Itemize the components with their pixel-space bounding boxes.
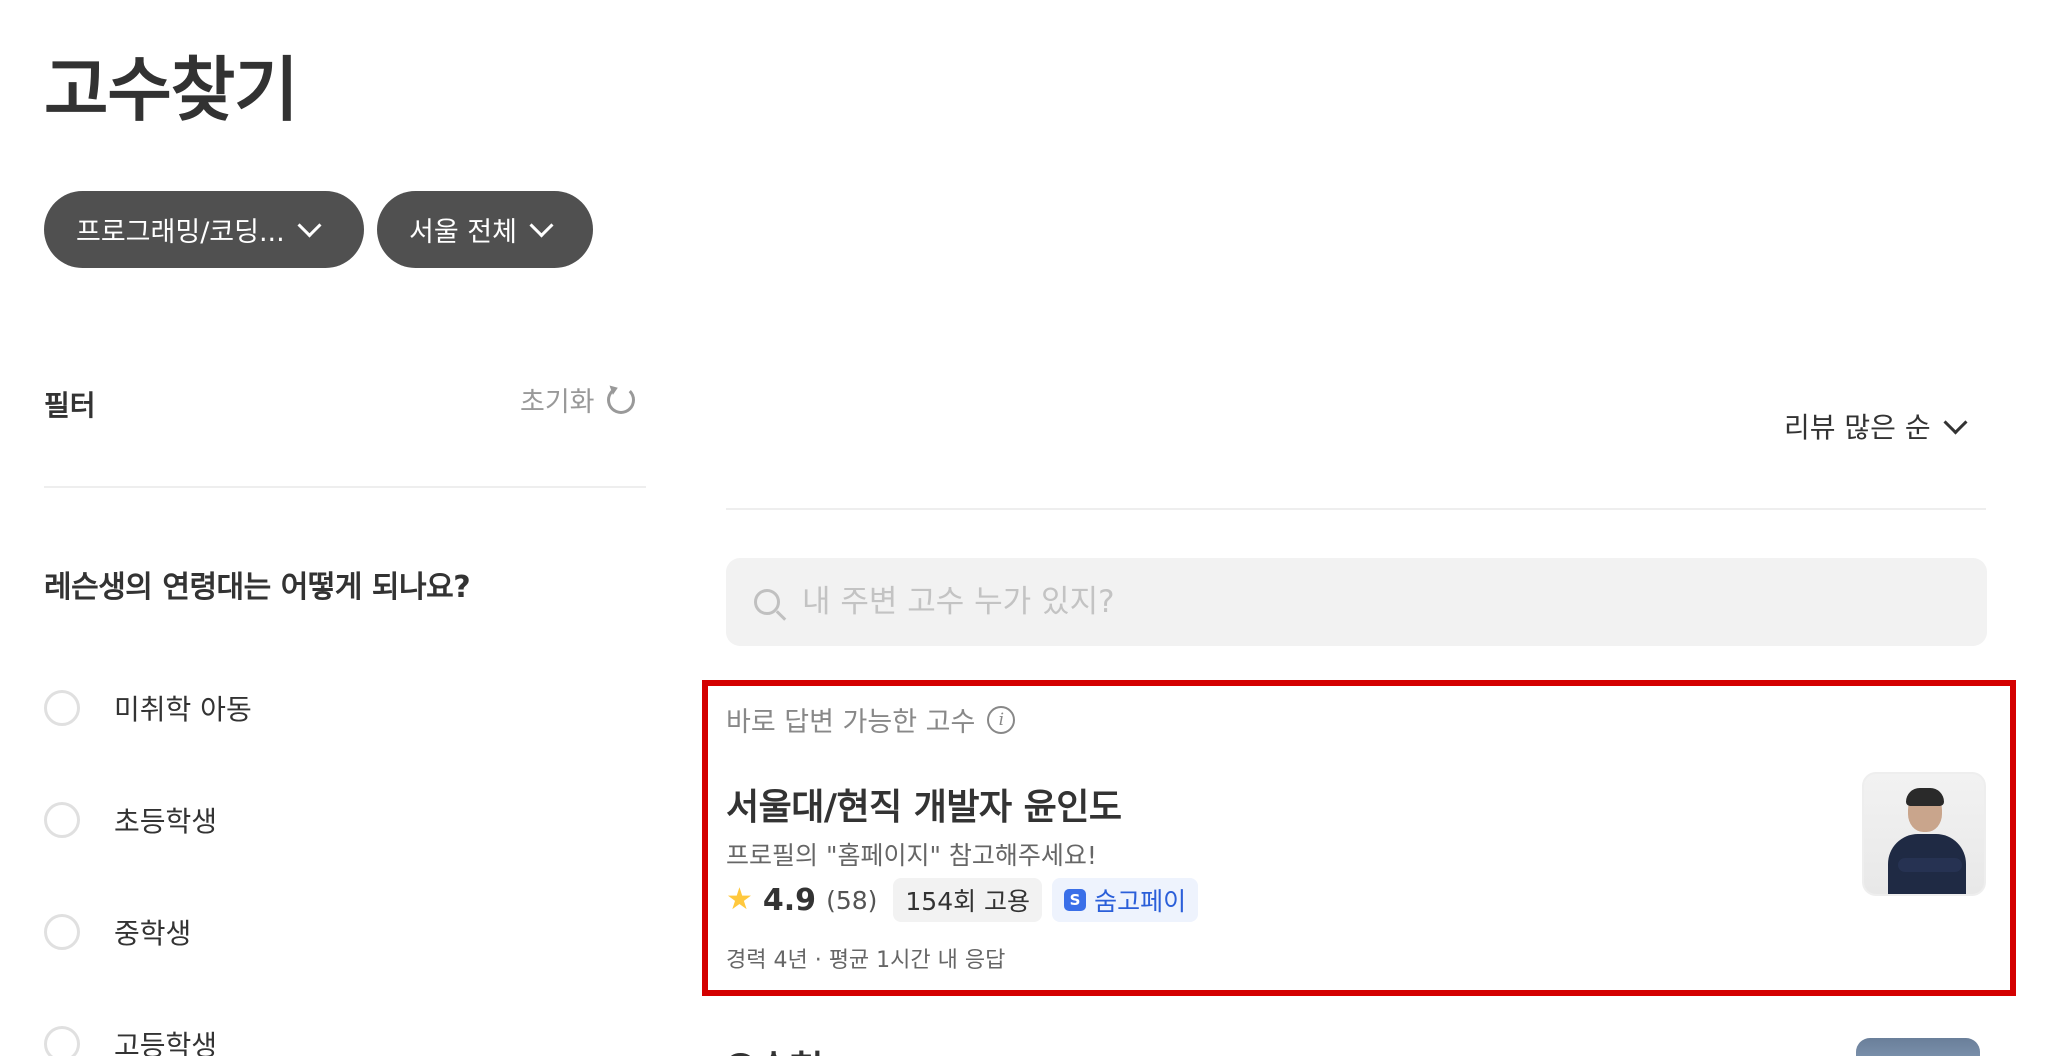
chevron-down-icon — [1943, 409, 1968, 435]
reset-label: 초기화 — [520, 387, 595, 418]
radio-label: 미취학 아동 — [114, 693, 252, 726]
chevron-down-icon — [297, 213, 322, 238]
pro-name[interactable]: 서울대/현직 개발자 윤인도 — [726, 778, 1122, 830]
search-bar[interactable] — [726, 558, 1987, 646]
star-icon: ★ — [726, 882, 753, 917]
pro-avatar[interactable] — [1862, 772, 1986, 896]
review-count: (58) — [826, 885, 878, 915]
divider — [726, 508, 1986, 510]
radio-option-elementary[interactable]: 초등학생 — [44, 800, 217, 840]
category-filter-chip[interactable]: 프로그래밍/코딩... — [44, 191, 364, 268]
card-section-header: 바로 답변 가능한 고수 i — [726, 700, 1016, 739]
search-icon — [754, 589, 780, 615]
radio-label: 중학생 — [114, 917, 192, 950]
page: 고수찾기 프로그래밍/코딩... 서울 전체 필터 초기화 레슨생의 연령대는 … — [0, 0, 2058, 1056]
search-input[interactable] — [800, 583, 1904, 621]
avatar-hair — [1906, 788, 1944, 806]
info-icon[interactable]: i — [987, 705, 1016, 734]
pay-badge: S 숨고페이 — [1052, 878, 1199, 922]
chevron-down-icon — [529, 213, 554, 238]
radio-button[interactable] — [44, 914, 80, 950]
radio-label: 초등학생 — [114, 805, 218, 838]
radio-button[interactable] — [44, 690, 80, 726]
next-pro-avatar[interactable] — [1856, 1038, 1980, 1056]
age-question: 레슨생의 연령대는 어떻게 되나요? — [44, 570, 471, 605]
category-chip-label: 프로그래밍/코딩... — [76, 217, 285, 248]
radio-button[interactable] — [44, 1026, 80, 1056]
filter-title: 필터 — [44, 389, 96, 422]
avatar-arm — [1898, 858, 1962, 872]
pro-meta-row: ★ 4.9 (58) 154회 고용 S 숨고페이 — [726, 878, 1199, 922]
hire-count-badge: 154회 고용 — [893, 878, 1043, 922]
divider — [44, 486, 646, 488]
sort-label: 리뷰 많은 순 — [1784, 411, 1931, 444]
page-title: 고수찾기 — [44, 49, 299, 131]
radio-option-high[interactable]: 고등학생 — [44, 1024, 217, 1056]
next-pro-name[interactable]: 오승현 — [724, 1040, 823, 1056]
radio-option-middle[interactable]: 중학생 — [44, 912, 191, 952]
radio-button[interactable] — [44, 802, 80, 838]
pay-badge-label: 숨고페이 — [1094, 887, 1187, 916]
refresh-icon — [606, 385, 635, 414]
region-chip-label: 서울 전체 — [409, 217, 517, 248]
soomgo-pay-icon: S — [1064, 889, 1087, 911]
featured-pro-card[interactable]: 바로 답변 가능한 고수 i 서울대/현직 개발자 윤인도 프로필의 "홈페이지… — [702, 680, 2016, 996]
pro-description: 프로필의 "홈페이지" 참고해주세요! — [726, 841, 1097, 870]
rating-value: 4.9 — [762, 882, 817, 918]
reset-button[interactable]: 초기화 — [520, 380, 635, 419]
radio-label: 고등학생 — [114, 1029, 218, 1056]
pro-extra-info: 경력 4년 · 평균 1시간 내 응답 — [726, 948, 1006, 973]
section-label: 바로 답변 가능한 고수 — [726, 707, 976, 738]
radio-option-preschool[interactable]: 미취학 아동 — [44, 688, 252, 728]
region-filter-chip[interactable]: 서울 전체 — [377, 191, 593, 268]
sort-dropdown[interactable]: 리뷰 많은 순 — [1784, 406, 1968, 446]
